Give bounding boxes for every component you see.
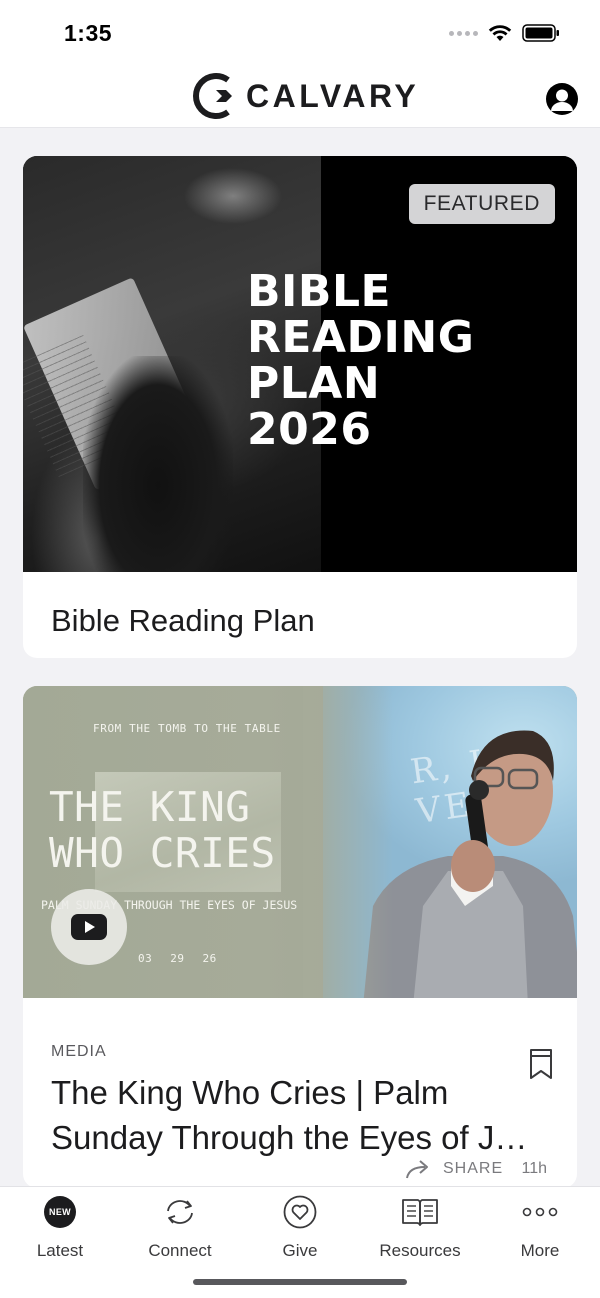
sermon-series: FROM THE TOMB TO THE TABLE [93, 722, 281, 735]
app-header: CALVARY [0, 64, 600, 128]
tab-label: Connect [148, 1241, 212, 1260]
share-button[interactable]: SHARE [405, 1158, 503, 1180]
more-dots-icon [522, 1207, 558, 1217]
new-badge-icon: NEW [44, 1196, 76, 1228]
play-icon [71, 914, 107, 940]
tab-label: Resources [379, 1241, 461, 1260]
content-feed: BIBLE READING PLAN 2026 FEATURED Bible R… [23, 156, 577, 1188]
sermon-date: 03 29 26 [138, 952, 217, 965]
logo-text: CALVARY [246, 77, 420, 114]
status-icons [449, 24, 560, 42]
tab-give[interactable]: Give [240, 1195, 360, 1261]
home-indicator[interactable] [193, 1279, 407, 1285]
profile-button[interactable] [546, 83, 578, 115]
status-bar: 1:35 [0, 0, 600, 64]
post-age: 11h [521, 1160, 547, 1177]
calvary-logo[interactable]: CALVARY [186, 70, 419, 122]
featured-card[interactable]: BIBLE READING PLAN 2026 FEATURED Bible R… [23, 156, 577, 658]
media-card[interactable]: R, HE VER FROM THE TOMB TO THE TABLE THE … [23, 686, 577, 1188]
featured-image: BIBLE READING PLAN 2026 FEATURED [23, 156, 577, 572]
play-button[interactable] [51, 889, 127, 965]
sermon-graphic-title: THE KING WHO CRIES [49, 783, 276, 877]
connect-icon [167, 1200, 193, 1224]
tab-label: More [520, 1241, 560, 1260]
share-label: SHARE [443, 1160, 504, 1177]
tab-label: Latest [36, 1241, 84, 1260]
tab-connect[interactable]: Connect [120, 1195, 240, 1261]
share-arrow-icon [406, 1160, 428, 1179]
status-time: 1:35 [64, 20, 113, 46]
tab-label: Give [282, 1241, 318, 1260]
book-icon [402, 1199, 438, 1226]
tab-resources[interactable]: Resources [360, 1195, 480, 1261]
calvary-logo-mark-icon [193, 73, 232, 119]
tab-latest[interactable]: NEW Latest [0, 1195, 120, 1261]
cellular-signal-icon [449, 30, 478, 36]
media-category: MEDIA [51, 1043, 107, 1060]
media-title: The King Who Cries | Palm Sunday Through… [51, 1074, 528, 1156]
plan-image-title: BIBLE READING PLAN 2026 [247, 266, 475, 455]
wifi-icon [488, 25, 512, 41]
heart-icon [283, 1195, 317, 1229]
tab-bar: NEW Latest Connect Give Resources More [0, 1186, 600, 1298]
card-title: Bible Reading Plan [51, 603, 315, 638]
tab-more[interactable]: More [480, 1195, 600, 1261]
battery-icon [522, 24, 559, 42]
sermon-thumbnail: R, HE VER FROM THE TOMB TO THE TABLE THE … [23, 686, 577, 998]
person-circle-icon [551, 89, 573, 111]
featured-badge: FEATURED [408, 184, 555, 224]
